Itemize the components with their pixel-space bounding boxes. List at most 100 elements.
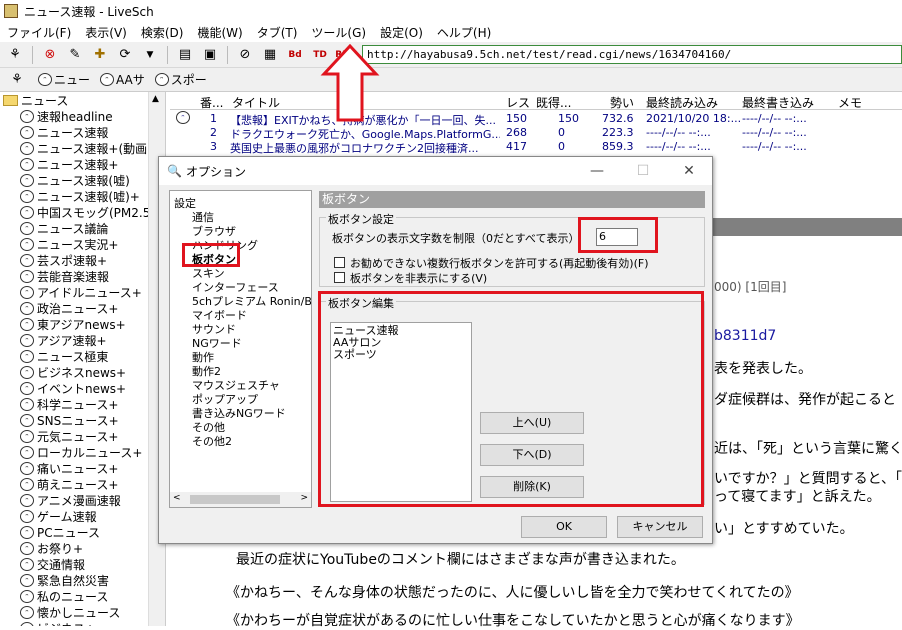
hide-checkbox[interactable] — [334, 272, 345, 283]
tree-item[interactable]: ᵔ 芸能音楽速報 — [0, 268, 165, 284]
tree-item[interactable]: ᵔ 懐かしニュース — [0, 604, 165, 620]
tree-item-label: 科学ニュース+ — [37, 397, 119, 412]
thread-cell-got: 150 — [558, 112, 579, 125]
bookmark-icon[interactable]: ✚ — [89, 45, 111, 65]
menu-file[interactable]: ファイル(F) — [0, 24, 78, 41]
tree-item[interactable]: ᵔ ビジネスnews+ — [0, 364, 165, 380]
tree-item[interactable]: ᵔ アニメ漫画速報 — [0, 492, 165, 508]
board-icon[interactable]: ▦ — [259, 45, 281, 65]
tab-aa[interactable]: ᵔ AAサ — [100, 71, 145, 88]
menu-settings[interactable]: 設定(O) — [373, 24, 430, 41]
tree-item[interactable]: ᵔ アジア速報+ — [0, 332, 165, 348]
tree-item[interactable]: ᵔ アイドルニュース+ — [0, 284, 165, 300]
tree-item[interactable]: ᵔ SNSニュース+ — [0, 412, 165, 428]
tree-item[interactable]: ᵔ 痛いニュース+ — [0, 460, 165, 476]
highlight-box-nav — [182, 243, 240, 267]
col-lastread[interactable]: 最終読み込み — [646, 94, 718, 111]
tree-item[interactable]: ᵔ 政治ニュース+ — [0, 300, 165, 316]
tree-item[interactable]: ᵔ 中国スモッグ(PM2.5) — [0, 204, 165, 220]
tree-item[interactable]: ᵔ ニュース速報(嘘)+ — [0, 188, 165, 204]
tabs-icon[interactable]: ⚘ — [6, 70, 28, 90]
col-memo[interactable]: メモ — [838, 94, 862, 111]
tree-item[interactable]: ᵔ 元気ニュース+ — [0, 428, 165, 444]
toolbar-separator — [32, 45, 33, 64]
copy-icon[interactable]: ▤ — [174, 45, 196, 65]
tree-item[interactable]: ᵔ 芸スポ速報+ — [0, 252, 165, 268]
scroll-thumb[interactable] — [190, 495, 280, 504]
col-res[interactable]: レス — [506, 94, 530, 111]
cancel-button[interactable]: キャンセル — [617, 516, 703, 538]
tree-item[interactable]: ᵔ 萌えニュース+ — [0, 476, 165, 492]
dropdown-icon[interactable]: ▼ — [139, 45, 161, 65]
tree-item[interactable]: ᵔ ニュース極東 — [0, 348, 165, 364]
thread-row[interactable]: 2 ドラクエウォーク死亡か、Google.Maps.PlatformG... 268… — [170, 125, 902, 141]
close-icon[interactable]: ✕ — [666, 157, 712, 185]
bad-icon[interactable]: Bd — [284, 45, 306, 65]
refresh-icon[interactable]: ⟳ — [114, 45, 136, 65]
find-icon[interactable]: ✎ — [64, 45, 86, 65]
tree-item[interactable]: ᵔ ニュース速報 — [0, 124, 165, 140]
url-input[interactable]: http://hayabusa9.5ch.net/test/read.cgi/n… — [362, 45, 902, 64]
tree-item-label: イベントnews+ — [37, 381, 127, 396]
options-nav-tree[interactable]: 設定 通信 ブラウザ ハンドリング 板ボタン スキン インターフェース 5chプレミアム Ro… — [169, 190, 312, 508]
tree-item[interactable]: ᵔ 速報headline — [0, 108, 165, 124]
tree-item[interactable]: ᵔ 科学ニュース+ — [0, 396, 165, 412]
tree-item[interactable]: ᵔ イベントnews+ — [0, 380, 165, 396]
tree-item[interactable]: ᵔ 緊急自然災害 — [0, 572, 165, 588]
tree-item[interactable]: ᵔ 東アジアnews+ — [0, 316, 165, 332]
ok-button[interactable]: OK — [521, 516, 607, 538]
tab-sports[interactable]: ᵔ スポー — [154, 71, 207, 88]
tree-item[interactable]: ᵔ ゲーム速報 — [0, 508, 165, 524]
filter-icon[interactable]: ⊘ — [234, 45, 256, 65]
hide-checkbox-row[interactable]: 板ボタンを非表示にする(V) — [334, 270, 487, 286]
tree-item[interactable]: ᵔ ニュース議論 — [0, 220, 165, 236]
menu-tab[interactable]: タブ(T) — [250, 24, 305, 41]
col-num[interactable]: 番... — [200, 94, 223, 111]
board-face-icon: ᵔ — [20, 205, 34, 219]
paste-icon[interactable]: ▣ — [199, 45, 221, 65]
thread-row[interactable]: 3 英国史上最悪の風邪がコロナワクチン2回接種済... 417 0 859.3 ----/… — [170, 139, 902, 155]
menu-function[interactable]: 機能(W) — [190, 24, 249, 41]
chevron-right-icon[interactable]: > — [300, 493, 308, 503]
menu-view[interactable]: 表示(V) — [78, 24, 134, 41]
menu-tools[interactable]: ツール(G) — [304, 24, 373, 41]
thread-row[interactable]: ᵔ1【悲報】EXITかねち、持病が悪化か「一日一回、失...150150732.… — [170, 111, 902, 127]
section-title: 板ボタン — [319, 191, 705, 208]
limit-label: 板ボタンの表示文字数を制限（0だとすべて表示） — [332, 232, 580, 245]
tree-item-label: ニュース速報 — [37, 125, 109, 140]
highlight-box-limit — [578, 217, 658, 253]
col-lastwrite[interactable]: 最終書き込み — [742, 94, 814, 111]
tree-item[interactable]: ᵔ 交通情報 — [0, 556, 165, 572]
col-title[interactable]: タイトル — [232, 94, 280, 111]
nav-item[interactable]: その他2 — [192, 433, 232, 449]
col-speed[interactable]: 勢い — [610, 94, 634, 111]
tree-item[interactable]: ᵔ PCニュース — [0, 524, 165, 540]
post-id-link[interactable]: b8311d7 — [714, 328, 776, 344]
chevron-left-icon[interactable]: < — [173, 493, 181, 503]
col-got[interactable]: 既得... — [536, 94, 571, 111]
tree-item[interactable]: ᵔ ローカルニュース+ — [0, 444, 165, 460]
post-line: い」とすすめていた。 — [714, 521, 854, 537]
board-face-icon: ᵔ — [20, 189, 34, 203]
post-line: いですか？」と質問すると、「 — [714, 471, 902, 487]
tree-root[interactable]: ニュース — [0, 92, 165, 108]
bbs-icon[interactable]: ⚘ — [4, 45, 26, 65]
tree-item[interactable]: ᵔ ニュース実況+ — [0, 236, 165, 252]
thread-cell-speed: 223.3 — [602, 126, 634, 139]
tree-item[interactable]: ᵔビジネス+ — [0, 620, 165, 626]
tree-item[interactable]: ᵔ お祭り+ — [0, 540, 165, 556]
nav-hscrollbar[interactable]: < > — [170, 492, 311, 507]
stop-icon[interactable]: ⊗ — [39, 45, 61, 65]
tree-item[interactable]: ᵔ 私のニュース — [0, 588, 165, 604]
menu-search[interactable]: 検索(D) — [134, 24, 191, 41]
multiline-checkbox-row[interactable]: お勧めできない複数行板ボタンを許可する(再起動後有効)(F) — [334, 255, 649, 271]
tab-news[interactable]: ᵔ ニュー — [38, 71, 90, 88]
board-tree[interactable]: ニュース ᵔ 速報headline ᵔ ニュース速報 ᵔ ニュース速報+(動画) ᵔ ニュース… — [0, 92, 166, 626]
tree-item[interactable]: ᵔ ニュース速報(嘘) — [0, 172, 165, 188]
menu-help[interactable]: ヘルプ(H) — [430, 24, 498, 41]
tree-item[interactable]: ᵔ ニュース速報+ — [0, 156, 165, 172]
minimize-icon[interactable]: — — [574, 157, 620, 185]
tree-item[interactable]: ᵔ ニュース速報+(動画) — [0, 140, 165, 156]
multiline-checkbox[interactable] — [334, 257, 345, 268]
chevron-up-icon[interactable]: ▲ — [152, 94, 159, 104]
